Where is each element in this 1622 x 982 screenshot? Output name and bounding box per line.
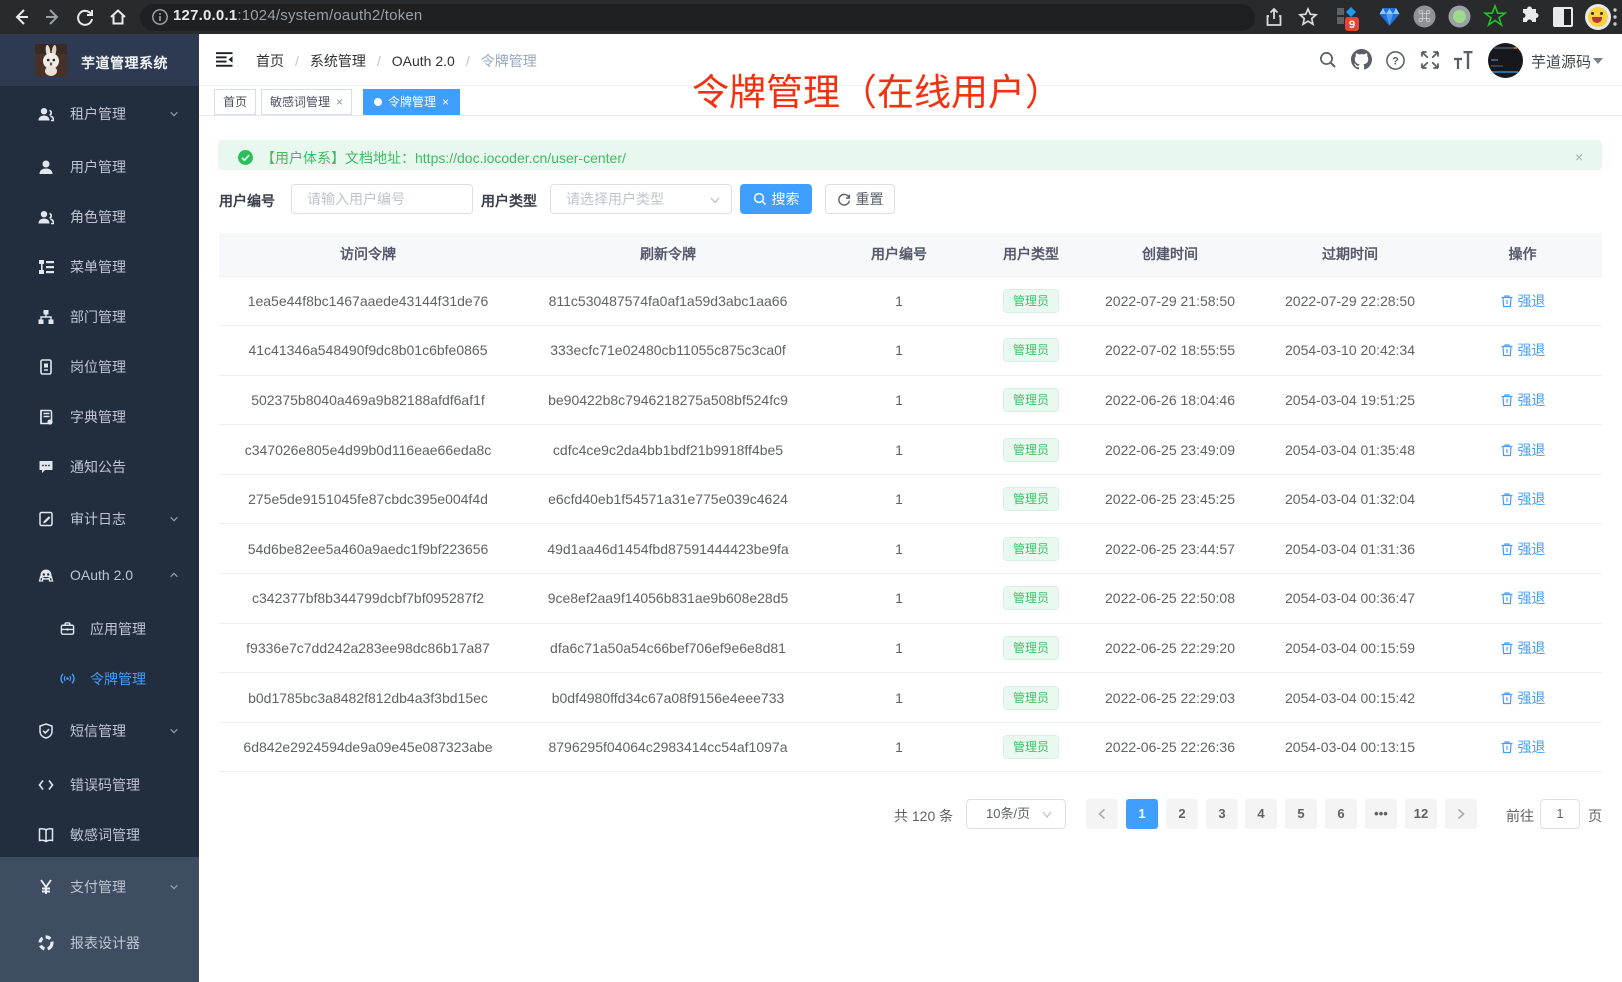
svg-text:?: ? (1392, 56, 1399, 68)
svg-text:⌘: ⌘ (1418, 9, 1431, 24)
svg-text:9: 9 (1349, 19, 1355, 31)
